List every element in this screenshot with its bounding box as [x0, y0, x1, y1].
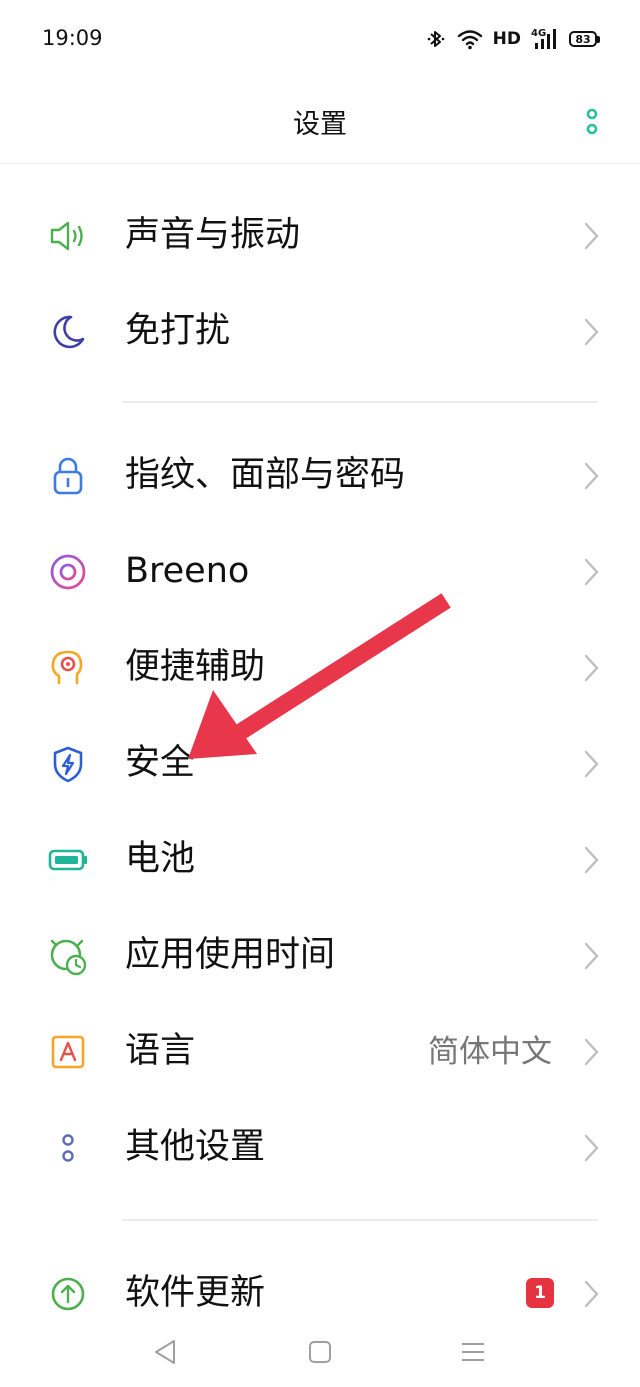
chevron-right-icon	[584, 750, 599, 778]
settings-item-app-usage-time[interactable]: 应用使用时间	[0, 908, 640, 1004]
network-type-label: HD	[492, 29, 521, 49]
chevron-right-icon	[584, 942, 599, 970]
chevron-right-icon	[584, 318, 599, 346]
settings-item-label: 应用使用时间	[125, 935, 336, 975]
settings-item-sound[interactable]: 声音与振动	[0, 188, 640, 284]
settings-item-accessibility[interactable]: 便捷辅助	[0, 620, 640, 716]
update-badge: 1	[526, 1278, 554, 1308]
bluetooth-icon	[427, 31, 444, 47]
battery-level: 83	[569, 31, 597, 47]
settings-item-label: 软件更新	[125, 1273, 266, 1313]
settings-item-dnd[interactable]: 免打扰	[0, 284, 640, 380]
status-time: 19:09	[42, 26, 103, 50]
home-icon[interactable]	[300, 1332, 340, 1372]
moon-icon	[53, 315, 85, 349]
more-vertical-icon[interactable]	[576, 102, 608, 142]
chevron-right-icon	[584, 462, 599, 490]
settings-item-security[interactable]: 安全	[0, 716, 640, 812]
divider	[122, 401, 598, 403]
wifi-icon	[457, 30, 482, 50]
dots-icon	[62, 1134, 74, 1162]
settings-item-label: 安全	[125, 743, 196, 783]
settings-item-label: 电池	[125, 839, 196, 879]
battery-icon: 83	[569, 31, 600, 47]
settings-item-label: 便捷辅助	[125, 647, 266, 687]
back-icon[interactable]	[146, 1332, 186, 1372]
header: 设置	[0, 80, 640, 164]
page-title: 设置	[293, 109, 347, 140]
breeno-icon	[50, 554, 86, 590]
settings-item-other-settings[interactable]: 其他设置	[0, 1100, 640, 1196]
chevron-right-icon	[584, 846, 599, 874]
divider	[122, 1219, 598, 1221]
chevron-right-icon	[584, 1280, 599, 1308]
settings-item-label: 免打扰	[125, 311, 231, 351]
battery-icon	[48, 849, 87, 871]
settings-item-label: 指纹、面部与密码	[125, 455, 406, 495]
chevron-right-icon	[584, 654, 599, 682]
settings-item-label: 其他设置	[125, 1127, 266, 1167]
update-icon	[51, 1277, 85, 1311]
language-icon	[51, 1035, 85, 1069]
status-icons: HD 4G 83	[425, 24, 600, 54]
recents-icon[interactable]	[453, 1332, 493, 1372]
status-bar: 19:09 HD 4G 83	[0, 0, 640, 80]
language-value: 简体中文	[428, 1034, 552, 1070]
settings-item-label: 语言	[125, 1031, 196, 1071]
signal-icon: 4G	[531, 28, 556, 49]
chevron-right-icon	[584, 1134, 599, 1162]
lock-icon	[53, 457, 83, 495]
head-icon	[51, 650, 83, 685]
shield-bolt-icon	[53, 746, 83, 783]
chevron-right-icon	[584, 558, 599, 586]
chevron-right-icon	[584, 1038, 599, 1066]
settings-item-label: Breeno	[125, 551, 250, 591]
settings-item-breeno[interactable]: Breeno	[0, 524, 640, 620]
chevron-right-icon	[584, 222, 599, 250]
settings-item-label: 声音与振动	[125, 215, 301, 255]
settings-item-language[interactable]: 语言 简体中文	[0, 1004, 640, 1100]
settings-item-fingerprint-face-password[interactable]: 指纹、面部与密码	[0, 428, 640, 524]
navigation-bar	[0, 1320, 640, 1387]
speaker-icon	[50, 221, 83, 251]
clock-icon	[50, 939, 87, 976]
settings-item-battery[interactable]: 电池	[0, 812, 640, 908]
signal-label: 4G	[531, 28, 546, 39]
